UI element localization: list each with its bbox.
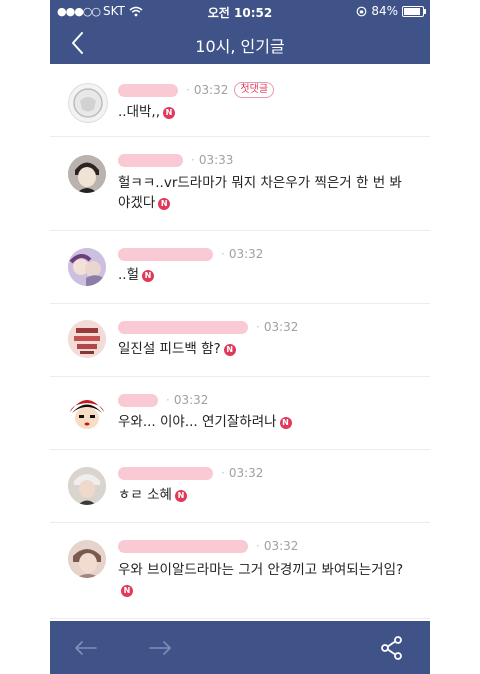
comment-item[interactable]: · 03:32 ..헐 N	[50, 231, 430, 304]
meta-dot: ·	[166, 393, 170, 407]
new-badge-icon: N	[223, 344, 236, 356]
new-badge-icon: N	[279, 417, 292, 429]
author-name-redacted	[118, 539, 248, 553]
profile-photo-icon	[68, 320, 106, 358]
comment-item[interactable]: · 03:32 우와 브이알드라마는 그거 안경끼고 봐여되는거임? N	[50, 523, 430, 619]
comment-list[interactable]: · 03:32 첫댓글 ..대박,, N · 03:33 헐ㅋㅋ..vr드라마가…	[50, 64, 430, 621]
arrow-right-icon[interactable]	[146, 634, 174, 662]
comment-text: ..헐 N	[118, 265, 410, 285]
comment-item[interactable]: · 03:32 ㅎㄹ 소혜 N	[50, 450, 430, 523]
status-right: 84%	[356, 4, 426, 18]
profile-photo-icon	[68, 248, 106, 286]
avatar[interactable]	[68, 540, 106, 578]
avatar[interactable]	[68, 83, 108, 123]
author-name-redacted	[118, 320, 248, 334]
author-name-redacted	[118, 466, 213, 480]
author-name-redacted	[118, 83, 178, 97]
meta-dot: ·	[186, 83, 190, 97]
bottom-toolbar	[50, 621, 430, 674]
default-profile-icon	[73, 88, 103, 118]
comment-body: 우와... 이야... 연기잘하려나	[118, 414, 277, 430]
comment-meta: · 03:32	[118, 539, 298, 553]
avatar[interactable]	[68, 155, 106, 193]
new-badge-icon: N	[121, 585, 133, 597]
meta-dot: ·	[191, 153, 195, 167]
comment-time: 03:32	[228, 247, 264, 261]
orientation-lock-icon	[356, 6, 367, 16]
cartoon-face-icon	[68, 394, 106, 432]
comment-text: 우와... 이야... 연기잘하려나 N	[118, 412, 410, 432]
comment-meta: · 03:32	[118, 393, 208, 407]
meta-dot: ·	[221, 247, 225, 261]
comment-body: 우와 브이알드라마는 그거 안경끼고 봐여되는거임?	[118, 562, 404, 578]
status-bar: ●●●○○ SKT 오전 10:52 84%	[50, 0, 430, 22]
comment-meta: · 03:32	[118, 247, 263, 261]
profile-photo-icon	[68, 155, 106, 193]
comment-meta: · 03:33	[118, 153, 233, 167]
comment-text: ㅎㄹ 소혜 N	[118, 485, 410, 505]
new-badge-icon: N	[163, 107, 176, 119]
comment-body: ..대박,,	[118, 104, 161, 120]
comment-body: 일진설 피드백 함?	[118, 341, 221, 357]
comment-item[interactable]: · 03:32 우와... 이야... 연기잘하려나 N	[50, 377, 430, 450]
comment-time: 03:32	[263, 539, 299, 553]
meta-dot: ·	[256, 320, 260, 334]
comment-time: 03:32	[263, 320, 299, 334]
comment-meta: · 03:32	[118, 320, 298, 334]
comment-time: 03:33	[198, 153, 234, 167]
comment-text: 우와 브이알드라마는 그거 안경끼고 봐여되는거임? N	[118, 560, 410, 600]
new-badge-icon: N	[174, 490, 187, 502]
avatar[interactable]	[68, 248, 106, 286]
battery-label: 84%	[371, 4, 398, 18]
comment-time: 03:32	[228, 466, 264, 480]
share-icon[interactable]	[378, 634, 406, 662]
avatar[interactable]	[68, 394, 106, 432]
arrow-left-icon[interactable]	[72, 634, 100, 662]
meta-dot: ·	[256, 539, 260, 553]
avatar[interactable]	[68, 320, 106, 358]
comment-text: ..대박,, N	[118, 102, 410, 122]
comment-item[interactable]: · 03:33 헐ㅋㅋ..vr드라마가 뭐지 차은우가 찍은거 한 번 봐야겠다…	[50, 137, 430, 231]
nav-bar: 10시, 인기글	[50, 22, 430, 64]
app-screen: ●●●○○ SKT 오전 10:52 84% 10시, 인기글 · 03:32 …	[50, 0, 430, 674]
comment-item[interactable]: · 03:32 첫댓글 ..대박,, N	[50, 64, 430, 137]
author-name-redacted	[118, 153, 183, 167]
battery-icon	[402, 5, 426, 17]
comment-meta: · 03:32 첫댓글	[118, 82, 275, 98]
profile-photo-icon	[68, 540, 106, 578]
comment-text: 헐ㅋㅋ..vr드라마가 뭐지 차은우가 찍은거 한 번 봐야겠다 N	[118, 173, 410, 213]
author-name-redacted	[118, 393, 158, 407]
author-name-redacted	[118, 247, 213, 261]
comment-body: ..헐	[118, 267, 140, 283]
comment-item[interactable]: · 03:32 일진설 피드백 함? N	[50, 304, 430, 377]
comment-time: 03:32	[173, 393, 209, 407]
first-comment-badge: 첫댓글	[234, 82, 275, 98]
meta-dot: ·	[221, 466, 225, 480]
new-badge-icon: N	[142, 270, 155, 282]
comment-text: 일진설 피드백 함? N	[118, 339, 410, 359]
avatar[interactable]	[68, 467, 106, 505]
profile-photo-icon	[68, 467, 106, 505]
comment-time: 03:32	[193, 83, 229, 97]
comment-body: ㅎㄹ 소혜	[118, 487, 172, 503]
new-badge-icon: N	[158, 198, 171, 210]
comment-meta: · 03:32	[118, 466, 263, 480]
page-title: 10시, 인기글	[195, 37, 285, 56]
